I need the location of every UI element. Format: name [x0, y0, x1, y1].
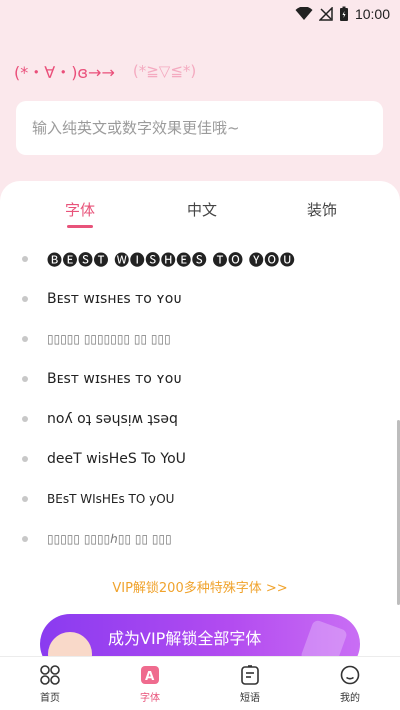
vip-banner-button[interactable]: 成为VIP解锁全部字体 — [40, 614, 360, 656]
bullet-dot — [22, 336, 28, 342]
kaomoji-secondary[interactable]: (*≧▽≦*) — [133, 62, 196, 80]
nav-item-home[interactable]: 首页 — [0, 657, 100, 710]
font-item[interactable]: BEsT WIsHEs TO yOU — [0, 479, 400, 519]
font-item[interactable]: ▯▯▯▯▯ ▯▯▯▯ℎ▯▯ ▯▯ ▯▯▯ — [0, 519, 400, 559]
svg-text:A: A — [145, 669, 155, 683]
font-card: 字体 中文 装饰 🅑🅔🅢🅣 🅦🅘🅢🅗🅔🅢 🅣🅞 🅨🅞🅤 Bᴇѕᴛ ᴡɪѕʜᴇѕ … — [0, 181, 400, 656]
font-list: 🅑🅔🅢🅣 🅦🅘🅢🅗🅔🅢 🅣🅞 🅨🅞🅤 Bᴇѕᴛ ᴡɪѕʜᴇѕ ᴛᴏ ʏᴏᴜ ▯▯… — [0, 239, 400, 559]
bullet-dot — [22, 376, 28, 382]
phrase-icon — [239, 664, 261, 686]
font-sample: BEsT WIsHEs TO yOU — [47, 492, 175, 506]
vip-avatar — [48, 632, 92, 656]
vip-banner-label: 成为VIP解锁全部字体 — [108, 629, 262, 648]
bullet-dot — [22, 536, 28, 542]
bullet-dot — [22, 256, 28, 262]
kaomoji-primary[interactable]: (*・∀・)ɞ→→ — [14, 59, 115, 83]
bullet-dot — [22, 416, 28, 422]
profile-icon — [339, 664, 361, 686]
status-bar: 10:00 — [0, 0, 400, 28]
bullet-dot — [22, 456, 28, 462]
nav-item-profile[interactable]: 我的 — [300, 657, 400, 710]
tab-fonts[interactable]: 字体 — [50, 199, 110, 220]
font-sample: Bᴇsᴛ ᴡɪsʜᴇs ᴛᴏ ʏᴏᴜ — [47, 371, 182, 387]
font-sample: ▯▯▯▯▯ ▯▯▯▯▯▯▯ ▯▯ ▯▯▯ — [47, 332, 171, 346]
font-item[interactable]: noʎ oʇ sǝɥsᴉʍ ʇsǝq — [0, 399, 400, 439]
bullet-dot — [22, 496, 28, 502]
font-sample: deeT wisHeS To YoU — [47, 451, 186, 467]
nav-item-fonts[interactable]: A 字体 — [100, 657, 200, 710]
vip-decoration — [299, 619, 349, 656]
font-item[interactable]: 🅑🅔🅢🅣 🅦🅘🅢🅗🅔🅢 🅣🅞 🅨🅞🅤 — [0, 239, 400, 279]
text-input[interactable] — [32, 119, 383, 137]
text-input-container[interactable] — [16, 101, 383, 155]
nav-item-phrases[interactable]: 短语 — [200, 657, 300, 710]
nav-label: 首页 — [40, 692, 60, 704]
home-grid-icon — [39, 664, 61, 686]
font-icon: A — [139, 664, 161, 686]
wifi-icon — [295, 7, 313, 21]
font-sample: ▯▯▯▯▯ ▯▯▯▯ℎ▯▯ ▯▯ ▯▯▯ — [47, 532, 172, 546]
font-sample: 🅑🅔🅢🅣 🅦🅘🅢🅗🅔🅢 🅣🅞 🅨🅞🅤 — [47, 250, 296, 269]
nav-label: 短语 — [240, 692, 260, 704]
vip-unlock-link[interactable]: VIP解锁200多种特殊字体 >> — [0, 577, 400, 596]
font-item[interactable]: Bᴇѕᴛ ᴡɪѕʜᴇѕ ᴛᴏ ʏᴏᴜ — [0, 279, 400, 319]
nav-label: 字体 — [140, 692, 160, 704]
no-signal-icon — [318, 7, 333, 21]
status-time: 10:00 — [354, 6, 390, 22]
tab-active-indicator — [67, 225, 93, 228]
tab-chinese[interactable]: 中文 — [172, 199, 232, 220]
font-item[interactable]: ▯▯▯▯▯ ▯▯▯▯▯▯▯ ▯▯ ▯▯▯ — [0, 319, 400, 359]
tab-bar: 字体 中文 装饰 — [0, 181, 400, 237]
battery-icon — [339, 6, 349, 22]
tab-decoration[interactable]: 装饰 — [292, 199, 352, 220]
kaomoji-row: (*・∀・)ɞ→→ (*≧▽≦*) — [14, 58, 386, 84]
nav-label: 我的 — [340, 692, 360, 704]
bottom-nav: 首页 A 字体 短语 我的 — [0, 656, 400, 710]
font-sample: Bᴇѕᴛ ᴡɪѕʜᴇѕ ᴛᴏ ʏᴏᴜ — [47, 291, 182, 307]
font-sample: noʎ oʇ sǝɥsᴉʍ ʇsǝq — [47, 411, 178, 427]
font-item[interactable]: Bᴇsᴛ ᴡɪsʜᴇs ᴛᴏ ʏᴏᴜ — [0, 359, 400, 399]
bullet-dot — [22, 296, 28, 302]
font-item[interactable]: deeT wisHeS To YoU — [0, 439, 400, 479]
